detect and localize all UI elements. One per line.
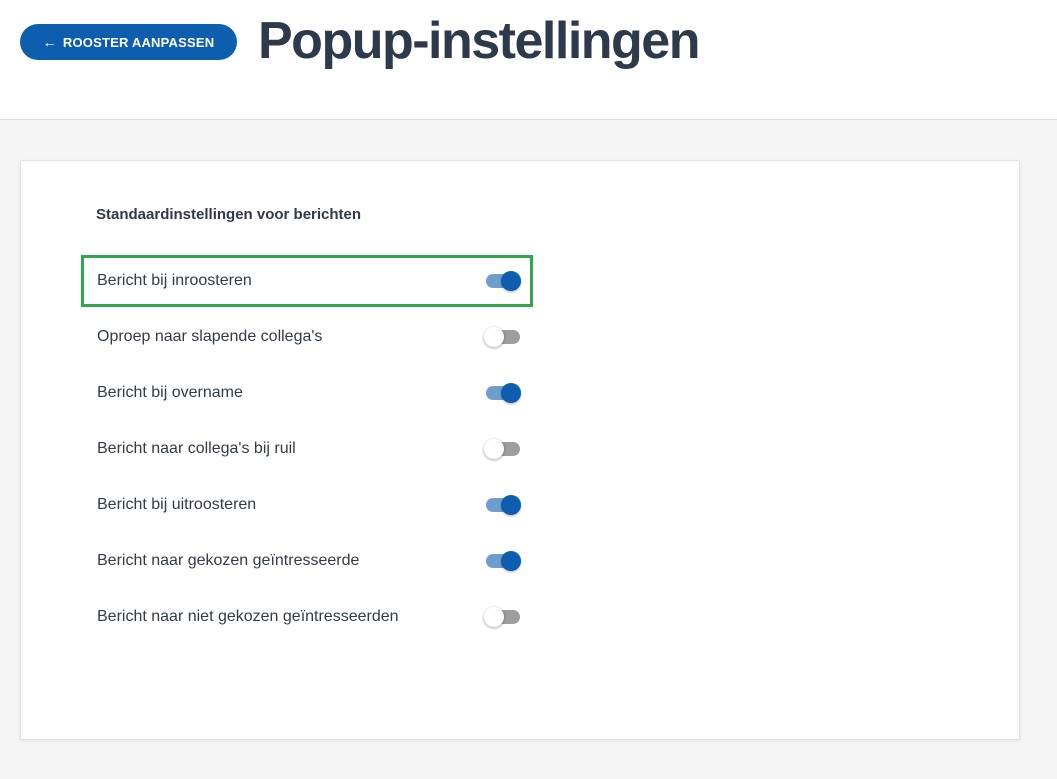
toggle-thumb: [501, 383, 521, 403]
toggle-thumb: [484, 327, 504, 347]
setting-row-bericht-gekozen-geintresseerde: Bericht naar gekozen geïntresseerde: [81, 535, 533, 587]
setting-label: Bericht naar gekozen geïntresseerde: [97, 552, 360, 569]
toggle-bericht-niet-gekozen-geintresseerden[interactable]: [484, 606, 522, 628]
toggle-bericht-bij-uitroosteren[interactable]: [484, 494, 522, 516]
toggle-thumb: [501, 551, 521, 571]
setting-label: Oproep naar slapende collega's: [97, 328, 323, 345]
settings-card: Standaardinstellingen voor berichten Ber…: [20, 160, 1020, 740]
setting-row-bericht-collegas-ruil: Bericht naar collega's bij ruil: [81, 423, 533, 475]
setting-row-bericht-bij-uitroosteren: Bericht bij uitroosteren: [81, 479, 533, 531]
toggle-bericht-bij-overname[interactable]: [484, 382, 522, 404]
setting-label: Bericht naar niet gekozen geïntresseerde…: [97, 608, 399, 625]
toggle-thumb: [484, 439, 504, 459]
page-header: ← ROOSTER AANPASSEN Popup-instellingen: [0, 0, 1057, 120]
back-button-label: ROOSTER AANPASSEN: [62, 34, 215, 50]
setting-label: Bericht bij overname: [97, 384, 243, 401]
toggle-thumb: [484, 607, 504, 627]
setting-row-bericht-bij-inroosteren: Bericht bij inroosteren: [81, 255, 533, 307]
toggle-bericht-collegas-ruil[interactable]: [484, 438, 522, 460]
setting-label: Bericht bij inroosteren: [97, 272, 252, 289]
toggle-thumb: [501, 495, 521, 515]
settings-list: Bericht bij inroosteren Oproep naar slap…: [81, 255, 533, 647]
toggle-oproep-slapende-collegas[interactable]: [484, 326, 522, 348]
arrow-left-icon: ←: [42, 34, 57, 50]
page-title: Popup-instellingen: [258, 12, 700, 70]
setting-label: Bericht bij uitroosteren: [97, 496, 257, 513]
setting-row-oproep-slapende-collegas: Oproep naar slapende collega's: [81, 311, 533, 363]
back-to-roster-button[interactable]: ← ROOSTER AANPASSEN: [20, 24, 237, 60]
setting-label: Bericht naar collega's bij ruil: [97, 440, 296, 457]
toggle-bericht-gekozen-geintresseerde[interactable]: [484, 550, 522, 572]
setting-row-bericht-bij-overname: Bericht bij overname: [81, 367, 533, 419]
toggle-thumb: [501, 271, 521, 291]
toggle-bericht-bij-inroosteren[interactable]: [484, 270, 522, 292]
setting-row-bericht-niet-gekozen-geintresseerden: Bericht naar niet gekozen geïntresseerde…: [81, 591, 533, 643]
section-title: Standaardinstellingen voor berichten: [96, 206, 362, 223]
